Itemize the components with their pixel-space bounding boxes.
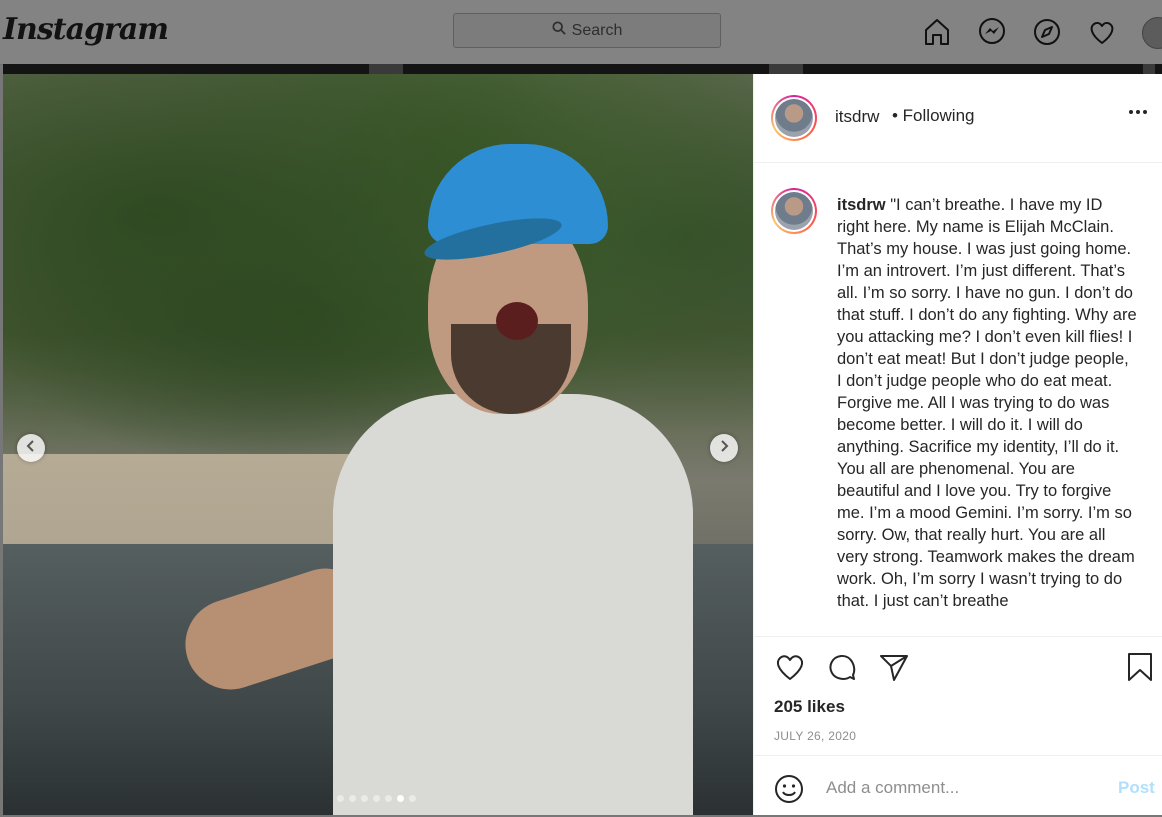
like-count[interactable]: 205 likes (774, 697, 845, 717)
post-date[interactable]: JULY 26, 2020 (774, 729, 856, 743)
search-placeholder: Search (571, 21, 623, 39)
post-header: itsdrw • Following (754, 74, 1162, 163)
like-heart-icon[interactable] (774, 651, 806, 688)
photo-subject (173, 114, 693, 815)
search-box[interactable]: Search (453, 13, 721, 48)
carousel-prev-button[interactable] (17, 434, 45, 462)
post-comment-button[interactable]: Post (1118, 778, 1155, 798)
instagram-logo[interactable]: Instagram (3, 12, 169, 47)
caption-username[interactable]: itsdrw (837, 196, 886, 214)
save-bookmark-icon[interactable] (1124, 651, 1156, 688)
more-options-icon[interactable] (1129, 110, 1147, 114)
messenger-icon[interactable] (975, 15, 1009, 49)
media-top-strip (3, 64, 1162, 74)
carousel-dot (337, 795, 344, 802)
comment-icon[interactable] (826, 651, 858, 688)
author-avatar[interactable] (771, 95, 817, 141)
home-icon[interactable] (920, 15, 954, 49)
caption-body: "I can’t breathe. I have my ID right her… (837, 196, 1137, 610)
comment-box: Post (754, 755, 1162, 817)
caption-area: itsdrw "I can’t breathe. I have my ID ri… (754, 184, 1162, 636)
profile-avatar[interactable] (1142, 17, 1162, 49)
carousel-next-button[interactable] (710, 434, 738, 462)
following-status[interactable]: • Following (892, 106, 975, 126)
nav-icons (920, 15, 1119, 49)
post-media-image (3, 74, 753, 815)
author-username[interactable]: itsdrw (835, 107, 879, 127)
caption-author-avatar[interactable] (771, 188, 817, 234)
explore-icon[interactable] (1030, 15, 1064, 49)
carousel-dot (373, 795, 380, 802)
carousel-indicator (337, 795, 416, 802)
caption-text: itsdrw "I can’t breathe. I have my ID ri… (837, 194, 1137, 612)
carousel-dot (349, 795, 356, 802)
post-side-panel: itsdrw • Following itsdrw "I can’t breat… (753, 74, 1162, 815)
chevron-left-icon (24, 439, 38, 458)
emoji-icon[interactable] (774, 774, 804, 804)
top-navigation-bar: Instagram Search (0, 0, 1162, 65)
carousel-dot (397, 795, 404, 802)
comment-input[interactable] (824, 770, 1108, 806)
carousel-dot (385, 795, 392, 802)
chevron-right-icon (717, 439, 731, 458)
post-actions: 205 likes JULY 26, 2020 Post (754, 636, 1162, 816)
search-icon (552, 21, 566, 40)
share-paper-plane-icon[interactable] (878, 651, 910, 688)
activity-heart-icon[interactable] (1085, 15, 1119, 49)
carousel-dot (409, 795, 416, 802)
carousel-dot (361, 795, 368, 802)
